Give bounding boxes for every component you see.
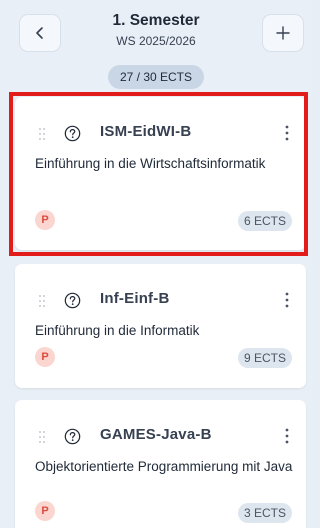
module-ects-badge: 9 ECTS [237,348,292,368]
module-ects-badge: 6 ECTS [237,211,292,231]
module-card[interactable]: ISM-EidWI-B Einführung in die Wirtschaft… [15,97,306,250]
module-type-badge: P [35,347,55,367]
semester-header: 1. Semester WS 2025/2026 27 / 30 ECTS [0,0,312,93]
chevron-left-icon [36,27,43,39]
drag-handle-icon[interactable] [38,430,46,444]
drag-handle-icon[interactable] [38,294,46,308]
module-card[interactable]: Inf-Einf-B Einführung in die Informatik … [15,264,306,388]
semester-subtitle: WS 2025/2026 [116,34,196,48]
plus-icon [276,26,290,40]
module-type-badge: P [35,210,55,230]
help-icon[interactable] [64,428,81,445]
help-icon[interactable] [64,125,81,142]
module-type-badge: P [35,501,55,521]
semester-title: 1. Semester [112,12,200,29]
more-vertical-icon[interactable] [284,291,290,309]
ects-total-badge: 27 / 30 ECTS [108,65,204,89]
module-code: GAMES-Java-B [100,426,212,443]
module-ects-badge: 3 ECTS [237,503,292,523]
semester-column: 1. Semester WS 2025/2026 27 / 30 ECTS IS… [0,0,312,528]
help-icon[interactable] [64,292,81,309]
module-code: Inf-Einf-B [100,290,170,307]
module-name: Objektorientierte Programmierung mit Jav… [35,459,293,474]
drag-handle-icon[interactable] [38,127,46,141]
module-card[interactable]: GAMES-Java-B Objektorientierte Programmi… [15,400,306,528]
more-vertical-icon[interactable] [284,124,290,142]
back-button[interactable] [19,14,61,52]
module-name: Einführung in die Informatik [35,323,200,338]
add-module-button[interactable] [262,14,304,52]
module-code: ISM-EidWI-B [100,123,192,140]
module-name: Einführung in die Wirtschaftsinformatik [35,156,266,171]
more-vertical-icon[interactable] [284,427,290,445]
